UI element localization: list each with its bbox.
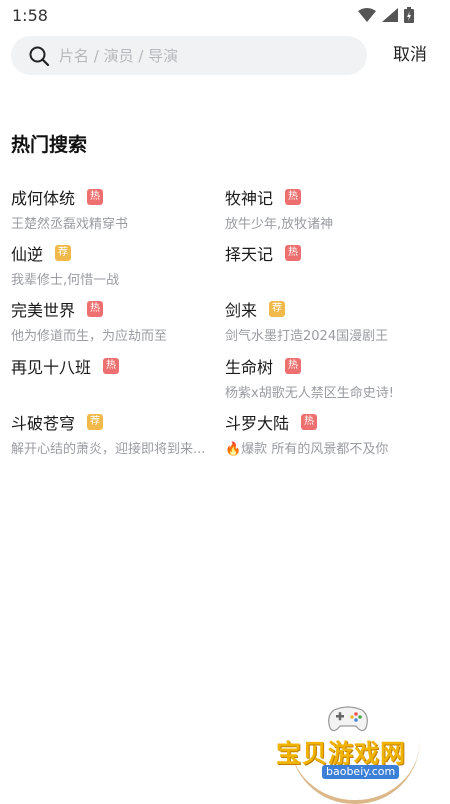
- search-box[interactable]: [11, 36, 367, 75]
- hot-badge: 热: [301, 414, 318, 430]
- hot-search-title: 热门搜索: [11, 134, 88, 156]
- gamepad-icon: [328, 706, 368, 732]
- hot-badge: 热: [285, 358, 302, 374]
- recommend-badge: 荐: [55, 245, 72, 261]
- hot-item-title: 牧神记: [225, 189, 274, 208]
- hot-badge: 热: [103, 358, 120, 374]
- hot-item-title: 斗破苍穹: [11, 414, 76, 433]
- hot-item-jianlai[interactable]: 剑来 荐 剑气水墨打造2024国漫剧王: [225, 297, 440, 344]
- hot-item-subtitle: 王楚然丞磊戏精穿书: [11, 217, 129, 232]
- hot-item-xianni[interactable]: 仙逆 荐 我辈修士,何惜一战: [11, 241, 226, 288]
- recommend-badge: 荐: [269, 301, 286, 317]
- hot-item-subtitle: 解开心结的萧炎，迎接即将到来...: [11, 442, 206, 457]
- watermark-logo: 宝贝游戏网 baobeiy.com: [270, 700, 430, 804]
- hot-item-wanmeishijie[interactable]: 完美世界 热 他为修道而生，为应劫而至: [11, 297, 226, 344]
- hot-item-title: 再见十八班: [11, 358, 92, 377]
- hot-item-title: 斗罗大陆: [225, 414, 290, 433]
- wifi-icon: [358, 8, 376, 22]
- hot-badge: 热: [87, 189, 104, 205]
- cancel-button[interactable]: 取消: [380, 36, 440, 75]
- hot-item-douluodalu[interactable]: 斗罗大陆 热 🔥爆款 所有的风景都不及你: [225, 410, 440, 457]
- hot-item-title: 择天记: [225, 245, 274, 264]
- battery-icon: [404, 7, 414, 23]
- hot-item-mushenji[interactable]: 牧神记 热 放牛少年,放牧诸神: [225, 185, 440, 232]
- hot-item-doupocangqiong[interactable]: 斗破苍穹 荐 解开心结的萧炎，迎接即将到来...: [11, 410, 226, 457]
- hot-item-title: 完美世界: [11, 301, 76, 320]
- hot-item-title: 生命树: [225, 358, 274, 377]
- hot-item-subtitle: 他为修道而生，为应劫而至: [11, 329, 168, 344]
- hot-badge: 热: [87, 301, 104, 317]
- hot-item-subtitle: 杨紫x胡歌无人禁区生命史诗!: [225, 386, 394, 401]
- hot-item-subtitle: 放牛少年,放牧诸神: [225, 217, 334, 232]
- status-icons: [358, 7, 414, 23]
- hot-item-subtitle: 剑气水墨打造2024国漫剧王: [225, 329, 389, 344]
- hot-item-title: 剑来: [225, 301, 258, 320]
- recommend-badge: 荐: [87, 414, 104, 430]
- signal-icon: [382, 8, 398, 22]
- status-time: 1:58: [12, 6, 48, 25]
- search-input[interactable]: [59, 36, 349, 75]
- hot-item-shengmingshu[interactable]: 生命树 热 杨紫x胡歌无人禁区生命史诗!: [225, 354, 440, 401]
- hot-item-chenghetitong[interactable]: 成何体统 热 王楚然丞磊戏精穿书: [11, 185, 226, 232]
- hot-item-zetianji[interactable]: 择天记 热: [225, 241, 440, 287]
- hot-item-title: 成何体统: [11, 189, 76, 208]
- hot-item-zaijianshibaban[interactable]: 再见十八班 热: [11, 354, 226, 400]
- hot-badge: 热: [285, 245, 302, 261]
- hot-item-subtitle: 我辈修士,何惜一战: [11, 273, 120, 288]
- search-icon: [29, 46, 50, 67]
- hot-item-title: 仙逆: [11, 245, 44, 264]
- hot-badge: 热: [285, 189, 302, 205]
- status-bar: 1:58: [0, 0, 450, 32]
- hot-item-subtitle: 🔥爆款 所有的风景都不及你: [225, 442, 389, 457]
- watermark-url: baobeiy.com: [322, 765, 400, 779]
